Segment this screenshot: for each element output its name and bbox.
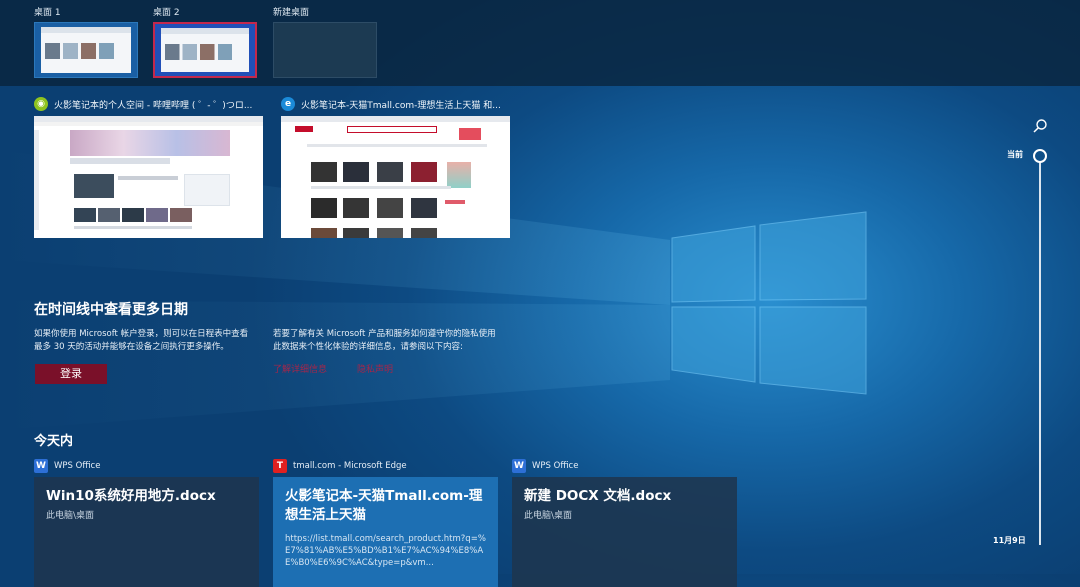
card-app-name: tmall.com - Microsoft Edge — [293, 461, 407, 471]
timeline-privacy-info: 若要了解有关 Microsoft 产品和服务如何遵守你的隐私使用此数据来个性化体… — [273, 329, 496, 352]
desktop-label: 桌面 2 — [153, 8, 180, 18]
card-body[interactable]: Win10系统好用地方.docx 此电脑\桌面 — [34, 477, 259, 587]
timeline-now-label: 当前 — [1007, 150, 1023, 159]
card-app-name: WPS Office — [532, 461, 579, 471]
card-body[interactable]: 火影笔记本-天猫Tmall.com-理想生活上天猫 https://list.t… — [273, 477, 498, 587]
timeline-login-info: 如果你使用 Microsoft 帐户登录，则可以在日程表中查看最多 30 天的活… — [34, 329, 249, 352]
window-title: 火影笔记本-天猫Tmall.com-理想生活上天猫 和... — [301, 100, 501, 111]
privacy-statement-link[interactable]: 隐私声明 — [357, 362, 393, 375]
window-title: 火影笔记本的个人空间 - 哔哩哔哩 ( ゜- ゜)つロ... — [54, 100, 253, 111]
today-heading: 今天内 — [34, 434, 74, 449]
activity-card[interactable]: T tmall.com - Microsoft Edge 火影笔记本-天猫Tma… — [273, 458, 498, 587]
window-preview[interactable] — [281, 116, 510, 238]
card-app-name: WPS Office — [54, 461, 101, 471]
timeline-date-label: 11月9日 — [993, 536, 1026, 545]
login-button[interactable]: 登录 — [35, 364, 107, 384]
new-desktop-thumbnail[interactable] — [273, 22, 377, 78]
bilibili-app-icon: ◉ — [34, 97, 48, 111]
desktop-label: 桌面 1 — [34, 8, 61, 18]
desktop-1[interactable]: 桌面 1 — [34, 6, 138, 78]
card-url: https://list.tmall.com/search_product.ht… — [285, 534, 486, 568]
card-location: 此电脑\桌面 — [524, 511, 573, 521]
desktop-thumbnail[interactable] — [34, 22, 138, 78]
timeline-heading: 在时间线中查看更多日期 — [34, 302, 188, 318]
learn-more-link[interactable]: 了解详细信息 — [273, 362, 327, 375]
timeline-scrollbar[interactable] — [1039, 162, 1041, 545]
desktop-label: 新建桌面 — [273, 8, 310, 18]
window-bilibili[interactable]: ◉ 火影笔记本的个人空间 - 哔哩哔哩 ( ゜- ゜)つロ... — [34, 95, 264, 238]
window-preview[interactable] — [34, 116, 263, 238]
card-title: Win10系统好用地方.docx — [46, 488, 216, 504]
activity-card[interactable]: W WPS Office Win10系统好用地方.docx 此电脑\桌面 — [34, 458, 259, 587]
window-tmall-edge[interactable]: e 火影笔记本-天猫Tmall.com-理想生活上天猫 和... — [281, 95, 511, 238]
card-body[interactable]: 新建 DOCX 文档.docx 此电脑\桌面 — [512, 477, 737, 587]
card-title: 火影笔记本-天猫Tmall.com-理想生活上天猫 — [285, 488, 483, 523]
activity-card[interactable]: W WPS Office 新建 DOCX 文档.docx 此电脑\桌面 — [512, 458, 737, 587]
search-icon[interactable] — [1032, 118, 1048, 134]
card-title: 新建 DOCX 文档.docx — [524, 488, 672, 504]
wps-office-icon: W — [512, 459, 526, 473]
desktop-thumbnail-selected[interactable] — [153, 22, 257, 78]
card-location: 此电脑\桌面 — [46, 511, 95, 521]
wps-office-icon: W — [34, 459, 48, 473]
new-desktop[interactable]: 新建桌面 — [273, 6, 377, 78]
timeline-scroll-knob[interactable] — [1033, 149, 1047, 163]
tmall-icon: T — [273, 459, 287, 473]
edge-browser-icon: e — [281, 97, 295, 111]
desktop-2[interactable]: 桌面 2 — [153, 6, 257, 78]
